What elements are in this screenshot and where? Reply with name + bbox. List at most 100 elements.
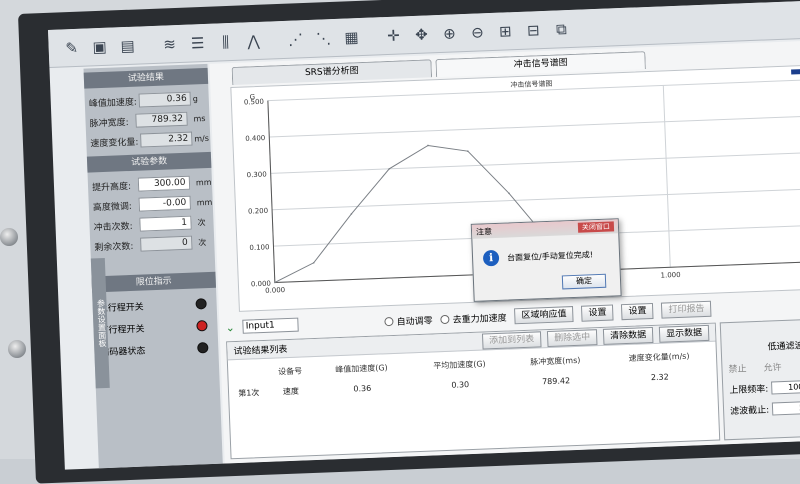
encoder-status-row: 编码器状态 <box>94 336 219 363</box>
lowpass-filter-panel: 低通滤波 禁止 允许 上限频率: 10000.00 Hz 滤波截止: 500.0… <box>719 317 800 441</box>
lower-switch-led <box>196 319 208 332</box>
field-unit: m/s <box>194 133 210 143</box>
move-icon[interactable]: ✥ <box>410 23 433 46</box>
table-cell: 0.30 <box>451 379 470 390</box>
results-section-title: 试验结果 <box>83 67 209 89</box>
doc-icon[interactable]: ▦ <box>340 25 363 48</box>
impact-count-input[interactable]: 1 <box>138 215 192 232</box>
encoder-status-led <box>197 341 209 353</box>
toolbar-separator <box>368 25 377 47</box>
velocity-change-value: 2.32 <box>140 131 193 148</box>
check-label: 去重力加速度 <box>452 313 507 326</box>
upper-freq-row: 上限频率: 10000.00 Hz <box>723 378 800 396</box>
chart1-icon[interactable]: ≋ <box>158 32 181 55</box>
left-panel: 试验结果 峰值加速度: 0.36 g 脉冲宽度: 789.32 ms 速度变化量… <box>83 63 223 469</box>
field-label: 冲击次数: <box>93 221 133 233</box>
x-tick-label: 1.000 <box>660 271 680 280</box>
zoom-in-icon[interactable]: ⊕ <box>438 22 461 45</box>
check-label: 自动调零 <box>396 315 433 328</box>
params-section-title: 试验参数 <box>86 151 212 173</box>
enable-option[interactable]: 允许 <box>763 360 781 374</box>
cutoff-freq-input[interactable]: 500.00 <box>771 400 800 416</box>
remaining-count-value: 0 <box>139 235 193 252</box>
field-unit: ms <box>193 113 206 123</box>
chart2-icon[interactable]: ☰ <box>186 31 209 54</box>
info-icon: i <box>482 249 500 267</box>
chart-title: 冲击信号谱图 <box>510 79 552 90</box>
results-list: 试验结果列表 添加到列表 删除选中 清除数据 显示数据 设备号 峰值加速度(G) <box>226 322 721 460</box>
radio-icon <box>384 316 394 326</box>
show-data-button[interactable]: 显示数据 <box>658 324 710 343</box>
height-adjust-input[interactable]: -0.00 <box>138 195 191 212</box>
limit-section-title: 限位指示 <box>91 271 217 293</box>
set2-button[interactable]: 设置 <box>621 302 654 321</box>
channel-select[interactable]: Input1 <box>242 317 299 334</box>
field-label: 剩余次数: <box>94 241 134 253</box>
chart3-icon[interactable]: ⫼ <box>214 30 237 53</box>
clear-data-button[interactable]: 清除数据 <box>602 326 654 345</box>
field-label: 滤波截止: <box>729 405 770 418</box>
y-gridline <box>272 187 800 211</box>
open-icon[interactable]: ✎ <box>60 36 83 59</box>
y-gridline <box>270 151 800 174</box>
crosshair-icon[interactable]: ✛ <box>382 24 405 47</box>
lift-height-input[interactable]: 300.00 <box>137 175 190 192</box>
chevron-down-icon[interactable]: ⌄ <box>225 321 235 334</box>
dialog-title: 注意 <box>475 226 493 237</box>
tool2-icon[interactable]: ⋱ <box>312 27 335 50</box>
peak-accel-value: 0.36 <box>138 91 192 108</box>
main-area: SRS谱分析图 冲击信号谱图 冲击信号谱图 0.000 0.100 0.200 0.30… <box>209 39 800 464</box>
field-label: 峰值加速度: <box>88 97 138 109</box>
auto-zero-check[interactable]: 自动调零 <box>384 313 433 328</box>
col-header: 峰值加速度(G) <box>335 362 388 374</box>
legend-swatch <box>791 68 800 75</box>
filter-title: 低通滤波 <box>767 341 800 353</box>
set1-button[interactable]: 设置 <box>581 304 614 322</box>
dialog-body: i 台面复位/手动复位完成! <box>472 233 619 273</box>
y-tick-label: 0.200 <box>248 207 268 216</box>
table-cell: 速度 <box>282 386 300 396</box>
field-unit: g <box>192 93 198 103</box>
export-icon[interactable]: ⧉ <box>550 17 573 40</box>
y-tick-label: 0.400 <box>245 134 265 143</box>
velocity-change-row: 速度变化量: 2.32 m/s <box>86 128 211 153</box>
radio-icon <box>440 314 450 324</box>
field-label: 速度变化量: <box>90 137 139 149</box>
save-icon[interactable]: ▣ <box>88 35 111 58</box>
fit-icon[interactable]: ⊞ <box>494 20 517 43</box>
toolbar-separator <box>144 34 153 56</box>
dialog-ok-button[interactable]: 确定 <box>561 273 607 290</box>
table-cell: 0.36 <box>353 383 372 394</box>
table-cell: 2.32 <box>650 371 669 382</box>
monitor-knob <box>0 228 18 246</box>
print-icon[interactable]: ▤ <box>116 34 139 57</box>
tool1-icon[interactable]: ⋰ <box>284 28 307 51</box>
remove-gravity-check[interactable]: 去重力加速度 <box>440 310 507 326</box>
col-header: 平均加速度(G) <box>433 358 486 370</box>
col-header: 设备号 <box>277 365 303 376</box>
table-cell: 789.42 <box>541 375 571 386</box>
zoom-out-icon[interactable]: ⊖ <box>466 21 489 44</box>
y-axis-label: G <box>250 93 256 101</box>
print-report-button[interactable]: 打印报告 <box>661 300 712 319</box>
x-gridline <box>662 85 671 268</box>
region-response-button[interactable]: 区域响应值 <box>514 306 574 325</box>
field-label: 上限频率: <box>729 384 769 397</box>
y-axis <box>267 100 276 283</box>
y-gridline <box>269 115 800 138</box>
add-to-list-button[interactable]: 添加到列表 <box>481 330 542 350</box>
wave-icon[interactable]: ⋀ <box>242 29 265 52</box>
grid-icon[interactable]: ⊟ <box>522 18 545 41</box>
table-cell: 第1次 <box>238 387 260 398</box>
filter-options: 禁止 允许 <box>722 357 800 375</box>
delete-selected-button[interactable]: 删除选中 <box>546 328 598 347</box>
cutoff-freq-row: 滤波截止: 500.00 Hz <box>724 399 800 417</box>
upper-freq-input[interactable]: 10000.00 <box>771 379 800 395</box>
disable-option[interactable]: 禁止 <box>728 361 746 375</box>
pulse-width-value: 789.32 <box>134 111 188 128</box>
dialog-close-button[interactable]: 关闭窗口 <box>577 221 615 233</box>
field-unit: mm <box>195 177 212 187</box>
field-unit: 次 <box>198 237 207 247</box>
field-label: 提升高度: <box>91 181 132 193</box>
